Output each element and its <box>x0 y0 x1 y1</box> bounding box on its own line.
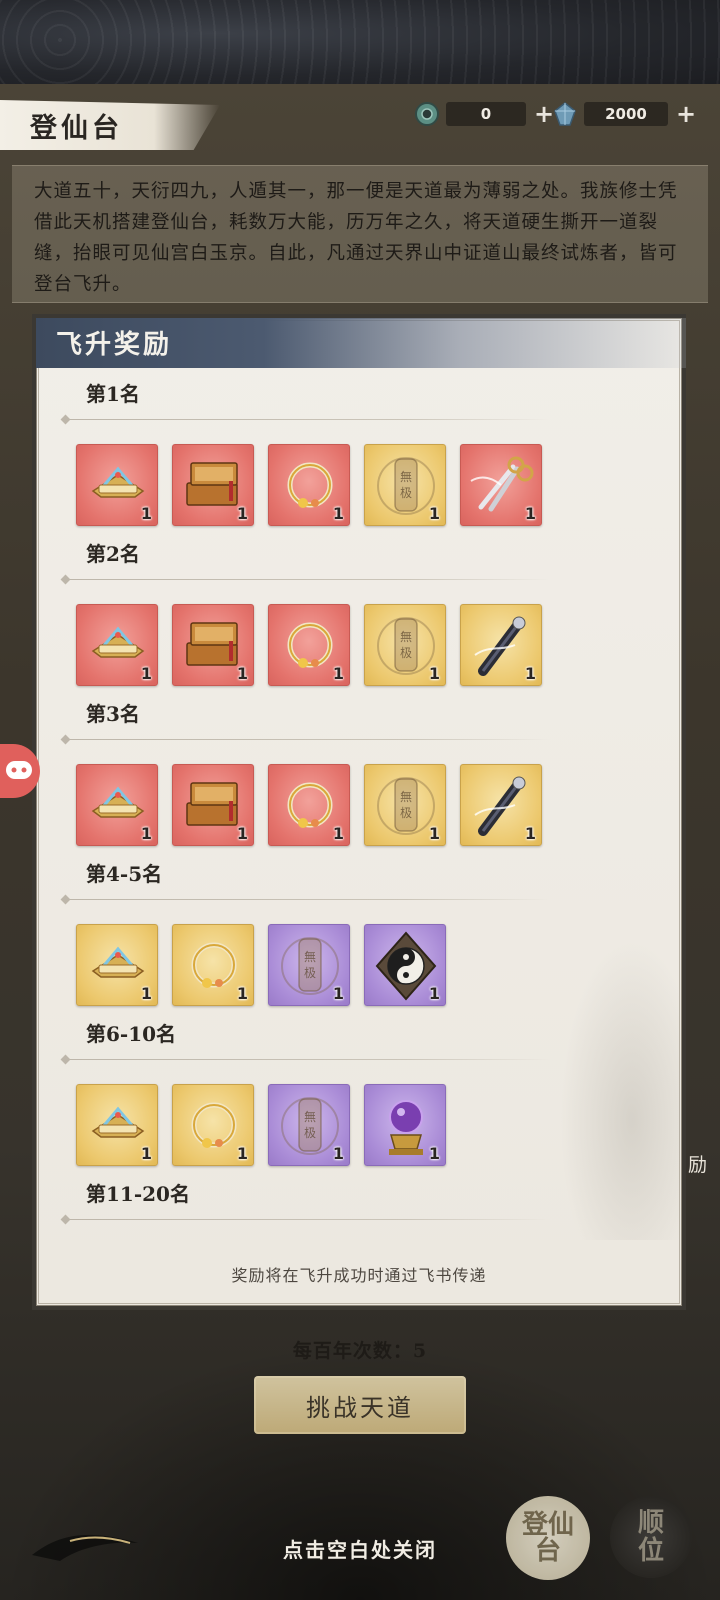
reward-item[interactable]: 無极 1 <box>364 444 446 526</box>
reward-item[interactable]: 1 <box>268 444 350 526</box>
dengxiantai-label: 登仙台 <box>521 1510 574 1566</box>
tier-label: 第11-20名 <box>86 1182 190 1206</box>
item-quantity: 1 <box>332 664 344 683</box>
reward-item[interactable]: 無极 1 <box>268 924 350 1006</box>
item-quantity: 1 <box>140 664 152 683</box>
svg-text:無: 無 <box>400 469 412 484</box>
top-cloud-banner <box>0 0 720 84</box>
item-quantity: 1 <box>524 664 536 683</box>
reward-item[interactable]: 1 <box>268 764 350 846</box>
reward-item[interactable]: 1 <box>364 924 446 1006</box>
reward-item[interactable]: 無极 1 <box>268 1084 350 1166</box>
reward-item[interactable]: 無极 1 <box>364 764 446 846</box>
svg-text:無: 無 <box>400 789 412 804</box>
reward-item-row: 1 1 1 無极 1 1 <box>76 764 542 846</box>
reward-item-row: 1 1 無极 1 1 <box>76 924 446 1006</box>
reward-item[interactable]: 1 <box>76 764 158 846</box>
item-quantity: 1 <box>428 984 440 1003</box>
svg-text:無: 無 <box>400 629 412 644</box>
ranking-button[interactable]: 顺位 <box>610 1496 692 1578</box>
svg-text:极: 极 <box>400 646 412 660</box>
tier-divider <box>60 896 550 904</box>
item-quantity: 1 <box>140 984 152 1003</box>
description-text: 大道五十，天衍四九，人遁其一，那一便是天道最为薄弱之处。我族修士凭借此天机搭建登… <box>34 181 678 295</box>
item-quantity: 1 <box>236 504 248 523</box>
reward-item[interactable]: 1 <box>172 604 254 686</box>
svg-text:無: 無 <box>304 949 316 964</box>
reward-item[interactable]: 1 <box>460 764 542 846</box>
item-quantity: 1 <box>140 504 152 523</box>
floating-assistant-button[interactable] <box>0 744 40 798</box>
tier-divider <box>60 576 550 584</box>
reward-item[interactable]: 1 <box>172 444 254 526</box>
tier-label: 第3名 <box>86 702 140 726</box>
item-quantity: 1 <box>428 824 440 843</box>
ranking-label: 顺位 <box>637 1508 664 1566</box>
tier-divider <box>60 736 550 744</box>
gamepad-icon <box>6 761 32 779</box>
reward-item-row: 1 1 1 無极 1 1 <box>76 604 542 686</box>
reward-item[interactable]: 1 <box>76 444 158 526</box>
attempts-count: 每百年次数：5 <box>292 1340 428 1362</box>
reward-item-row: 1 1 1 無极 1 1 <box>76 444 542 526</box>
reward-item[interactable]: 1 <box>460 444 542 526</box>
spirit-stone-icon <box>554 102 576 126</box>
reward-item[interactable]: 1 <box>76 604 158 686</box>
svg-text:無: 無 <box>304 1109 316 1124</box>
dengxiantai-button[interactable]: 登仙台 <box>506 1496 590 1580</box>
currency-jade: 0 + <box>414 100 554 128</box>
item-quantity: 1 <box>332 1144 344 1163</box>
challenge-button[interactable]: 挑战天道 <box>254 1376 466 1434</box>
tier-label: 第1名 <box>86 382 140 406</box>
item-quantity: 1 <box>524 504 536 523</box>
item-quantity: 1 <box>332 504 344 523</box>
reward-item-row: 1 1 無极 1 1 <box>76 1084 446 1166</box>
item-quantity: 1 <box>140 1144 152 1163</box>
jade-coin-icon <box>415 102 439 126</box>
side-tab-label: 励 <box>688 1154 708 1176</box>
reward-item[interactable]: 1 <box>364 1084 446 1166</box>
tier-label: 第6-10名 <box>86 1022 177 1046</box>
item-quantity: 1 <box>428 504 440 523</box>
jade-amount: 0 <box>446 102 526 126</box>
reward-item[interactable]: 1 <box>172 1084 254 1166</box>
tier-divider <box>60 1216 550 1224</box>
reward-item[interactable]: 1 <box>76 924 158 1006</box>
svg-text:极: 极 <box>304 966 316 980</box>
item-quantity: 1 <box>236 984 248 1003</box>
item-quantity: 1 <box>428 664 440 683</box>
currency-stone: 2000 + <box>552 100 696 128</box>
item-quantity: 1 <box>332 984 344 1003</box>
item-quantity: 1 <box>236 1144 248 1163</box>
tier-label: 第4-5名 <box>86 862 163 886</box>
reward-item[interactable]: 1 <box>172 764 254 846</box>
item-quantity: 1 <box>428 1144 440 1163</box>
svg-text:极: 极 <box>400 806 412 820</box>
tier-divider <box>60 416 550 424</box>
mountain-decoration <box>560 940 680 1240</box>
add-stone-button[interactable]: + <box>676 102 696 126</box>
reward-item[interactable]: 1 <box>172 924 254 1006</box>
item-quantity: 1 <box>332 824 344 843</box>
item-quantity: 1 <box>524 824 536 843</box>
reward-notice: 奖励将在飞升成功时通过飞书传递 <box>231 1266 487 1285</box>
reward-panel-title: 飞升奖励 <box>56 330 173 360</box>
tier-divider <box>60 1056 550 1064</box>
svg-text:极: 极 <box>304 1126 316 1140</box>
reward-item[interactable]: 1 <box>460 604 542 686</box>
item-quantity: 1 <box>236 664 248 683</box>
svg-text:极: 极 <box>400 486 412 500</box>
stone-amount: 2000 <box>584 102 668 126</box>
reward-item[interactable]: 1 <box>268 604 350 686</box>
item-quantity: 1 <box>236 824 248 843</box>
reward-item[interactable]: 無极 1 <box>364 604 446 686</box>
tier-label: 第2名 <box>86 542 140 566</box>
item-quantity: 1 <box>140 824 152 843</box>
page-title: 登仙台 <box>30 113 123 144</box>
reward-item[interactable]: 1 <box>76 1084 158 1166</box>
